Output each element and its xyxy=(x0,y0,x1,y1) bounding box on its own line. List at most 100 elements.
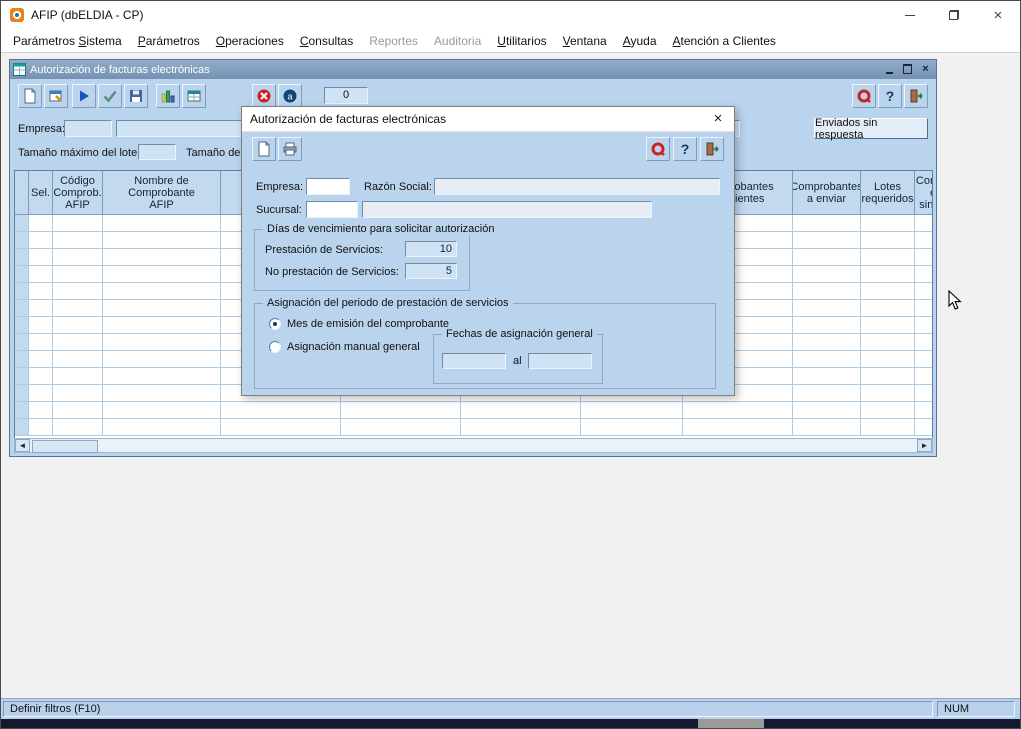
table-cell xyxy=(103,300,221,317)
child-minimize-button[interactable] xyxy=(882,62,897,76)
dialog-empresa-label: Empresa: xyxy=(256,181,303,193)
properties-button[interactable] xyxy=(44,84,68,108)
table-cell xyxy=(53,232,103,249)
radio-asignacion-manual[interactable]: Asignación manual general xyxy=(269,341,420,353)
menu-item-ventana[interactable]: Ventana xyxy=(555,31,615,51)
table-cell xyxy=(793,317,861,334)
sucursal-input[interactable] xyxy=(306,201,358,218)
menu-item-reportes: Reportes xyxy=(361,31,426,51)
mouse-cursor xyxy=(948,290,964,312)
child-maximize-button[interactable] xyxy=(900,62,915,76)
dialog-new-button[interactable] xyxy=(252,137,276,161)
menu-item-utilitarios[interactable]: Utilitarios xyxy=(489,31,554,51)
dialog-title-bar[interactable]: Autorización de facturas electrónicas × xyxy=(242,107,734,132)
scroll-right-button[interactable]: ► xyxy=(917,439,932,452)
table-cell xyxy=(461,402,581,419)
menu-item-consultas[interactable]: Consultas xyxy=(292,31,361,51)
table-cell xyxy=(15,385,29,402)
grid-column-header-nombre-comprobante-afip: Nombre de Comprobante AFIP xyxy=(103,171,221,215)
dialog-close-button[interactable]: × xyxy=(702,107,734,130)
dialog-print-button[interactable] xyxy=(278,137,302,161)
menu-item-parametros-sistema[interactable]: Parámetros Sistema xyxy=(5,31,130,51)
table-row xyxy=(15,402,932,419)
table-cell xyxy=(861,334,915,351)
table-cell xyxy=(793,215,861,232)
enviados-sin-respuesta-button[interactable]: Enviados sin respuesta xyxy=(814,118,928,139)
help-button[interactable]: ? xyxy=(878,84,902,108)
fecha-hasta-input[interactable] xyxy=(528,353,592,369)
dialog-context-help-button[interactable] xyxy=(646,137,670,161)
authorize-button[interactable]: a xyxy=(278,84,302,108)
grid-column-header-codigo-comprob-afip: Código Comprob. AFIP xyxy=(53,171,103,215)
radio-mes-emision[interactable]: Mes de emisión del comprobante xyxy=(269,318,449,330)
table-cell xyxy=(29,266,53,283)
table-cell xyxy=(915,351,933,368)
dialog-help-button[interactable]: ? xyxy=(673,137,697,161)
table-cell xyxy=(53,351,103,368)
table-cell xyxy=(53,317,103,334)
exit-door-icon xyxy=(908,88,924,104)
child-window-icon xyxy=(13,63,26,76)
no-prestacion-value-field[interactable]: 5 xyxy=(405,263,457,279)
close-button[interactable]: × xyxy=(976,1,1020,29)
save-button[interactable] xyxy=(124,84,148,108)
new-document-icon xyxy=(22,88,38,104)
context-help-button[interactable] xyxy=(852,84,876,108)
menu-item-atencion-clientes[interactable]: Atención a Clientes xyxy=(665,31,784,51)
table-cell xyxy=(683,419,793,436)
menu-item-operaciones[interactable]: Operaciones xyxy=(208,31,292,51)
scroll-left-icon: ◄ xyxy=(19,441,27,450)
table-cell xyxy=(29,215,53,232)
table-cell xyxy=(581,419,683,436)
confirm-button[interactable] xyxy=(98,84,122,108)
table-cell xyxy=(29,249,53,266)
dialog-autorizacion: Autorización de facturas electrónicas × xyxy=(241,106,735,396)
menu-item-parametros[interactable]: Parámetros xyxy=(130,31,208,51)
table-cell xyxy=(103,351,221,368)
child-close-button[interactable]: × xyxy=(918,62,933,76)
run-button[interactable] xyxy=(72,84,96,108)
table-cell xyxy=(103,266,221,283)
database-button[interactable] xyxy=(156,84,180,108)
table-cell xyxy=(915,249,933,266)
table-cell xyxy=(53,283,103,300)
grid-column-header-lotes-requeridos: Lotes requeridos xyxy=(861,171,915,215)
restore-button[interactable] xyxy=(932,1,976,29)
fechas-group-title: Fechas de asignación general xyxy=(442,328,597,340)
table-cell xyxy=(103,368,221,385)
table-cell xyxy=(15,266,29,283)
table-cell xyxy=(15,215,29,232)
title-bar: AFIP (dbELDIA - CP) × xyxy=(1,1,1020,30)
al-label: al xyxy=(513,355,522,367)
table-cell xyxy=(861,300,915,317)
fecha-desde-input[interactable] xyxy=(442,353,506,369)
table-cell xyxy=(53,419,103,436)
table-icon xyxy=(186,88,202,104)
table-cell xyxy=(29,351,53,368)
tamano-maximo-field[interactable] xyxy=(138,144,176,160)
prestacion-value-field[interactable]: 10 xyxy=(405,241,457,257)
scrollbar-thumb[interactable] xyxy=(32,440,98,453)
cancel-batch-button[interactable] xyxy=(252,84,276,108)
restore-icon xyxy=(949,10,959,20)
menu-item-ayuda[interactable]: Ayuda xyxy=(615,31,665,51)
checkmark-icon xyxy=(102,88,118,104)
lote-counter-field[interactable]: 0 xyxy=(324,87,368,104)
new-document-icon xyxy=(256,141,272,157)
new-button[interactable] xyxy=(18,84,42,108)
sucursal-detail-field xyxy=(362,201,652,218)
table-cell xyxy=(29,368,53,385)
table-cell xyxy=(915,300,933,317)
dialog-close-icon: × xyxy=(714,110,723,127)
scroll-left-button[interactable]: ◄ xyxy=(15,439,30,452)
empresa-code-field[interactable] xyxy=(64,120,112,137)
form-edit-icon xyxy=(48,88,64,104)
dialog-exit-button[interactable] xyxy=(700,137,724,161)
grid-export-button[interactable] xyxy=(182,84,206,108)
table-cell xyxy=(53,368,103,385)
child-title-bar[interactable]: Autorización de facturas electrónicas × xyxy=(10,60,936,79)
dialog-empresa-input[interactable] xyxy=(306,178,350,195)
horizontal-scrollbar[interactable]: ◄ ► xyxy=(14,438,933,453)
exit-button[interactable] xyxy=(904,84,928,108)
minimize-button[interactable] xyxy=(888,1,932,29)
